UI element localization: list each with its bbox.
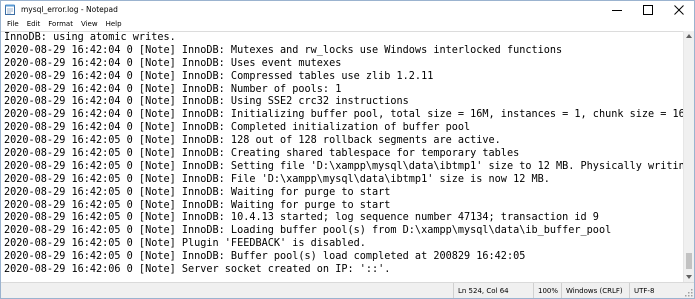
status-bar: Ln 524, Col 64 100% Windows (CRLF) UTF-8 (1, 282, 694, 298)
maximize-icon (642, 4, 653, 15)
menu-file[interactable]: File (3, 20, 23, 28)
scroll-up-button[interactable] (684, 31, 694, 41)
encoding: UTF-8 (629, 283, 683, 298)
log-line: 2020-08-29 16:42:05 0 [Note] InnoDB: Set… (4, 160, 684, 172)
menu-format[interactable]: Format (44, 20, 77, 28)
close-button[interactable] (663, 1, 694, 18)
log-line: 2020-08-29 16:42:04 0 [Note] InnoDB: Com… (4, 70, 434, 82)
title-bar[interactable]: mysql_error.log - Notepad (1, 1, 694, 18)
log-line: 2020-08-29 16:42:04 0 [Note] InnoDB: Usi… (4, 96, 409, 108)
resize-grip-icon[interactable] (684, 288, 693, 297)
log-line: 2020-08-29 16:42:05 0 [Note] InnoDB: 128… (4, 135, 501, 147)
minimize-icon (611, 9, 622, 11)
zoom-level: 100% (533, 283, 561, 298)
log-line: 2020-08-29 16:42:05 0 [Note] InnoDB: Cre… (4, 148, 520, 160)
cursor-position: Ln 524, Col 64 (453, 283, 533, 298)
log-line: 2020-08-29 16:42:05 0 [Note] Plugin 'FEE… (4, 238, 366, 250)
log-line: 2020-08-29 16:42:04 0 [Note] InnoDB: Ini… (4, 109, 684, 121)
scroll-down-button[interactable] (684, 272, 694, 282)
log-line: 2020-08-29 16:42:06 0 [Note] Server sock… (4, 264, 391, 276)
window-title: mysql_error.log - Notepad (21, 5, 118, 14)
chevron-down-icon (686, 275, 692, 279)
log-line: 2020-08-29 16:42:04 0 [Note] InnoDB: Use… (4, 57, 342, 69)
line-ending: Windows (CRLF) (561, 283, 629, 298)
vertical-scrollbar[interactable] (683, 31, 694, 282)
notepad-icon (5, 4, 16, 16)
text-editor[interactable]: InnoDB: using atomic writes. 2020-08-29 … (1, 31, 684, 283)
menu-help[interactable]: Help (102, 20, 126, 28)
log-line: 2020-08-29 16:42:05 0 [Note] InnoDB: Fil… (4, 173, 550, 185)
log-line: 2020-08-29 16:42:05 0 [Note] InnoDB: 10.… (4, 212, 599, 224)
maximize-button[interactable] (632, 1, 663, 18)
chevron-up-icon (686, 34, 692, 38)
scroll-thumb[interactable] (686, 253, 692, 269)
log-line: 2020-08-29 16:42:04 0 [Note] InnoDB: Mut… (4, 44, 563, 56)
close-icon (673, 4, 684, 15)
log-line: 2020-08-29 16:42:04 0 [Note] InnoDB: Num… (4, 83, 342, 95)
log-line: 2020-08-29 16:42:05 0 [Note] InnoDB: Wai… (4, 186, 391, 198)
menu-view[interactable]: View (77, 20, 102, 28)
log-line: 2020-08-29 16:42:05 0 [Note] InnoDB: Loa… (4, 225, 612, 237)
menu-bar: File Edit Format View Help (1, 18, 694, 30)
menu-edit[interactable]: Edit (23, 20, 45, 28)
minimize-button[interactable] (601, 1, 632, 18)
log-line: 2020-08-29 16:42:05 0 [Note] InnoDB: Wai… (4, 199, 391, 211)
log-line: InnoDB: using atomic writes. (4, 32, 176, 43)
notepad-window: mysql_error.log - Notepad File Edit Form… (0, 0, 695, 299)
log-line: 2020-08-29 16:42:04 0 [Note] InnoDB: Com… (4, 122, 471, 134)
log-line: 2020-08-29 16:42:05 0 [Note] InnoDB: Buf… (4, 251, 526, 263)
